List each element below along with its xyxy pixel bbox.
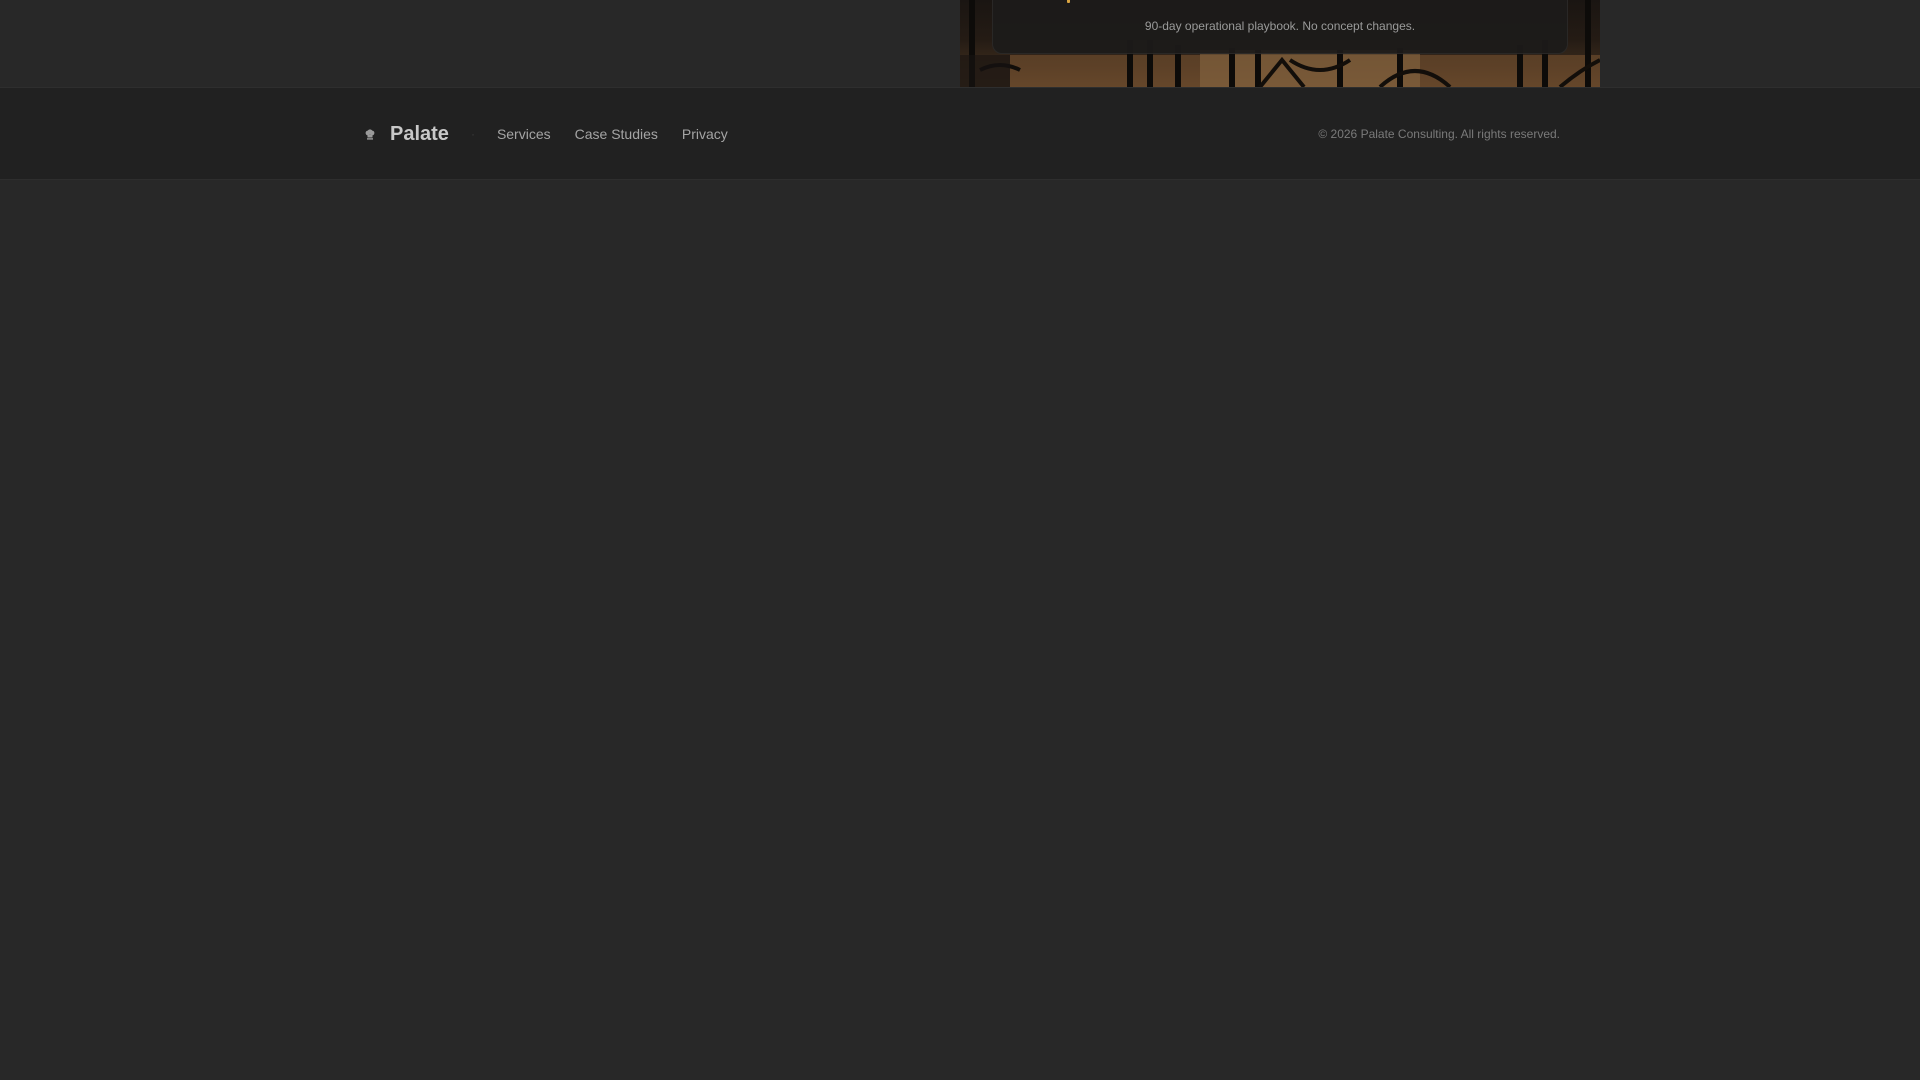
footer-link-case-studies[interactable]: Case Studies: [575, 126, 658, 142]
brand-name: Palate: [390, 122, 449, 145]
footer-nav: Services Case Studies Privacy: [497, 126, 728, 142]
copyright-text: © 2026 Palate Consulting. All rights res…: [1318, 127, 1560, 141]
playbook-note: 90-day operational playbook. No concept …: [1144, 19, 1416, 33]
footer-link-privacy[interactable]: Privacy: [682, 126, 728, 142]
footer-brand-link[interactable]: Palate: [364, 123, 449, 146]
site-footer: Palate · Services Case Studies Privacy ©…: [0, 87, 1920, 180]
accent-marker: [1067, 0, 1070, 3]
footer-inner: Palate · Services Case Studies Privacy ©…: [364, 88, 1560, 180]
brand-separator: ·: [470, 127, 475, 141]
chef-hat-icon: [364, 128, 376, 140]
hero-card: 90-day operational playbook. No concept …: [992, 0, 1568, 54]
hero-section: 90-day operational playbook. No concept …: [0, 0, 1920, 87]
footer-link-services[interactable]: Services: [497, 126, 551, 142]
